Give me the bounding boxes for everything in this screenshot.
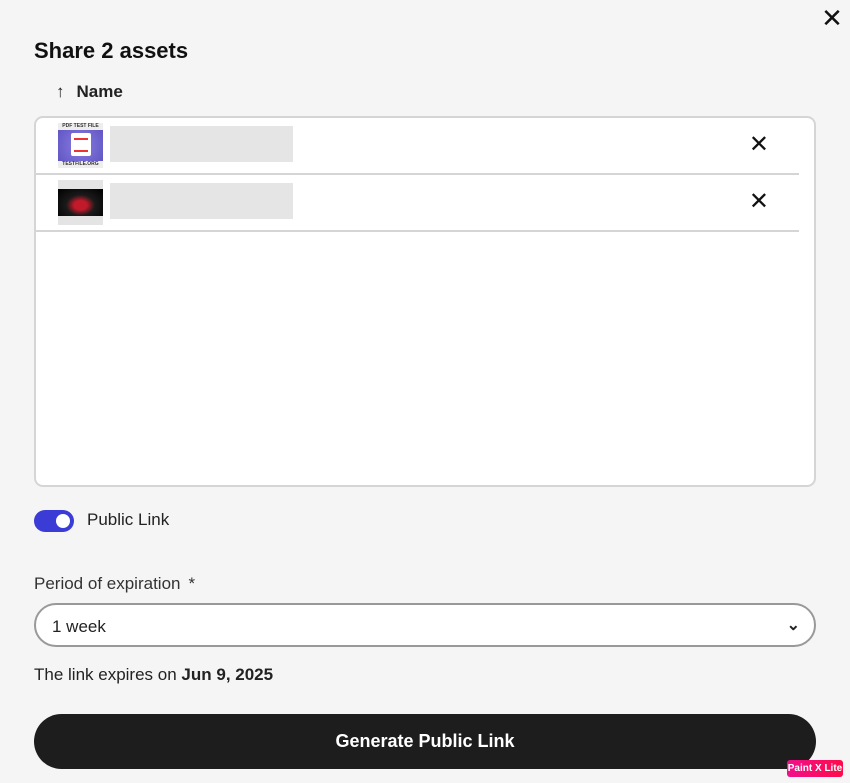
dialog-title: Share 2 assets xyxy=(34,38,189,63)
asset-name-placeholder xyxy=(110,183,293,219)
list-item: PDF TEST FILE TESTFILE.ORG ✕ xyxy=(36,118,799,175)
remove-asset-button[interactable]: ✕ xyxy=(749,189,769,215)
generate-public-link-button[interactable]: Generate Public Link xyxy=(34,714,816,769)
public-link-label: Public Link xyxy=(87,510,170,529)
expiration-value: 1 week xyxy=(52,617,106,636)
public-link-toggle[interactable] xyxy=(34,510,74,532)
pdf-thumbnail: PDF TEST FILE TESTFILE.ORG xyxy=(58,123,103,168)
remove-asset-button[interactable]: ✕ xyxy=(749,132,769,158)
asset-list: PDF TEST FILE TESTFILE.ORG ✕ ✕ xyxy=(34,116,816,487)
asset-name-placeholder xyxy=(110,126,293,162)
close-icon[interactable]: ✕ xyxy=(820,5,844,31)
column-label: Name xyxy=(76,82,123,101)
arrow-up-icon: ↑ xyxy=(56,82,65,101)
expiration-label: Period of expiration * xyxy=(34,574,196,593)
name-column-header[interactable]: ↑ Name xyxy=(56,82,123,102)
thumbnail-top-text: PDF TEST FILE xyxy=(58,123,103,130)
watermark-logo: Paint X Lite xyxy=(787,760,843,777)
thumbnail-bottom-text: TESTFILE.ORG xyxy=(58,161,103,168)
expiration-select[interactable]: 1 week ⌄ xyxy=(34,603,816,647)
chevron-down-icon: ⌄ xyxy=(786,617,800,634)
expiry-text: The link expires on Jun 9, 2025 xyxy=(34,665,274,684)
car-thumbnail xyxy=(58,180,103,225)
list-item: ✕ xyxy=(36,175,799,232)
